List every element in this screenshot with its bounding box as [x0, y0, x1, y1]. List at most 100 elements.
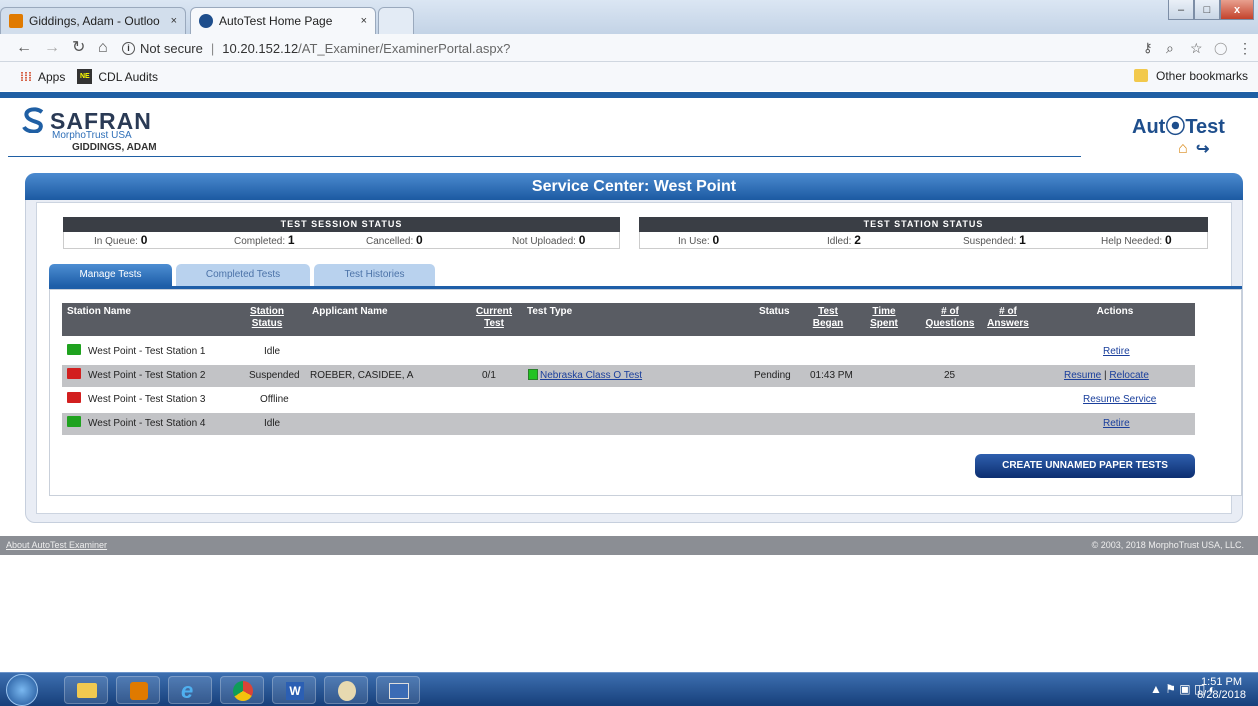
chrome-icon[interactable]: [220, 676, 264, 704]
outlook-tab-icon: [9, 14, 23, 28]
session-status-title: TEST SESSION STATUS: [63, 217, 620, 232]
browser-tab-autotest[interactable]: AutoTest Home Page ×: [190, 7, 376, 34]
word-icon[interactable]: W: [272, 676, 316, 704]
paint-icon[interactable]: [324, 676, 368, 704]
station-status-box: In Use: 0 Idled: 2 Suspended: 1 Help Nee…: [639, 232, 1208, 249]
logout-icon[interactable]: ↪: [1196, 139, 1209, 159]
relocate-link[interactable]: Relocate: [1109, 370, 1148, 381]
row-actions: Resume | Relocate: [1064, 370, 1149, 381]
col-applicant-name[interactable]: Applicant Name: [312, 306, 388, 318]
monitor-icon: [67, 416, 81, 427]
test-status: Pending: [754, 370, 791, 381]
close-tab-icon[interactable]: ×: [361, 15, 367, 27]
autotest-logo: Aut⦿Test: [1132, 116, 1225, 138]
applicant-name: ROEBER, CASIDEE, A: [310, 370, 414, 381]
close-window-button[interactable]: x: [1220, 0, 1254, 20]
tab-test-histories[interactable]: Test Histories: [314, 264, 435, 286]
table-row: West Point - Test Station 3 Offline Resu…: [62, 389, 1195, 411]
station-status: Suspended: [249, 370, 300, 381]
star-icon[interactable]: ☆: [1190, 39, 1203, 57]
internet-explorer-icon[interactable]: e: [168, 676, 212, 704]
back-icon[interactable]: ←: [16, 39, 32, 57]
col-answers[interactable]: # of Answers: [984, 306, 1032, 330]
test-began: 01:43 PM: [810, 370, 853, 381]
new-tab-button[interactable]: [378, 7, 414, 34]
tab-manage-tests[interactable]: Manage Tests: [49, 264, 172, 286]
bookmark-cdl-audits[interactable]: CDL Audits: [98, 70, 158, 84]
station-name: West Point - Test Station 4: [88, 418, 206, 429]
autotest-tab-icon: [199, 14, 213, 28]
stat-not-uploaded: Not Uploaded: 0: [512, 233, 586, 247]
browser-toolbar: ← → ↻ ⌂ i Not secure | 10.20.152.12 /AT_…: [0, 34, 1258, 62]
folder-icon: [1134, 69, 1148, 82]
home-icon[interactable]: ⌂: [1178, 140, 1188, 158]
file-explorer-icon[interactable]: [64, 676, 108, 704]
col-station-status[interactable]: Station Status: [246, 306, 288, 330]
key-icon[interactable]: ⚷: [1143, 39, 1153, 57]
station-name: West Point - Test Station 3: [88, 394, 206, 405]
station-status: Idle: [264, 346, 281, 357]
maximize-button[interactable]: □: [1194, 0, 1220, 20]
outlook-icon[interactable]: [116, 676, 160, 704]
question-count: 25: [944, 370, 956, 381]
monitor-icon: [67, 392, 81, 403]
col-time-spent[interactable]: Time Spent: [866, 306, 902, 330]
header-divider: [8, 156, 1081, 157]
extension-icon[interactable]: ◯: [1214, 39, 1227, 57]
menu-icon[interactable]: ⋮: [1238, 39, 1252, 57]
browser-tab-outlook[interactable]: Giddings, Adam - Outloo ×: [0, 7, 186, 34]
stat-idled: Idled: 2: [827, 233, 861, 247]
create-unnamed-paper-tests-button[interactable]: CREATE UNNAMED PAPER TESTS: [975, 454, 1195, 478]
header-accent-bar: [0, 92, 1258, 98]
forward-icon[interactable]: →: [44, 39, 60, 57]
system-clock[interactable]: 1:51 PM 8/28/2018: [1197, 676, 1246, 702]
col-actions: Actions: [1096, 306, 1134, 317]
ne-badge-icon: NE: [77, 69, 93, 84]
col-status[interactable]: Status: [759, 306, 790, 318]
session-status-box: In Queue: 0 Completed: 1 Cancelled: 0 No…: [63, 232, 620, 249]
monitor-icon: [67, 368, 81, 379]
brand-subtitle: MorphoTrust USA: [52, 130, 132, 141]
stat-suspended: Suspended: 1: [963, 233, 1026, 247]
page-footer: About AutoTest Examiner © 2003, 2018 Mor…: [0, 536, 1258, 555]
start-orb-icon[interactable]: [6, 674, 38, 706]
table-row: West Point - Test Station 2 Suspended RO…: [62, 365, 1195, 387]
app-icon[interactable]: [376, 676, 420, 704]
close-tab-icon[interactable]: ×: [171, 15, 177, 27]
browser-tab-label: Giddings, Adam - Outloo: [29, 14, 160, 28]
home-icon[interactable]: ⌂: [98, 39, 108, 57]
address-bar[interactable]: i Not secure | 10.20.152.12 /AT_Examiner…: [122, 37, 1122, 59]
station-status-title: TEST STATION STATUS: [639, 217, 1208, 232]
resume-service-link[interactable]: Resume Service: [1083, 394, 1156, 405]
about-link[interactable]: About AutoTest Examiner: [6, 540, 107, 550]
table-header: Station Name Station Status Applicant Nam…: [62, 303, 1195, 336]
table-row: West Point - Test Station 4 Idle Retire: [62, 413, 1195, 435]
url-path: /AT_Examiner/ExaminerPortal.aspx?: [298, 40, 511, 56]
other-bookmarks[interactable]: Other bookmarks: [1156, 69, 1248, 83]
retire-link[interactable]: Retire: [1103, 418, 1130, 429]
col-test-began[interactable]: Test Began: [810, 306, 846, 330]
stat-cancelled: Cancelled: 0: [366, 233, 423, 247]
windows-taskbar: e W ▲ ⚑ ▣ ◫ ◐ 1:51 PM 8/28/2018: [0, 672, 1258, 706]
station-name: West Point - Test Station 2: [88, 370, 206, 381]
minimize-button[interactable]: –: [1168, 0, 1194, 20]
col-questions[interactable]: # of Questions: [924, 306, 976, 330]
security-label: Not secure: [140, 40, 203, 56]
tab-completed-tests[interactable]: Completed Tests: [176, 264, 310, 286]
reload-icon[interactable]: ↻: [72, 39, 85, 57]
stat-in-queue: In Queue: 0: [94, 233, 148, 247]
col-current-test[interactable]: Current Test: [474, 306, 514, 330]
station-status: Offline: [260, 394, 289, 405]
zoom-icon[interactable]: ⌕: [1166, 39, 1174, 57]
user-name: GIDDINGS, ADAM: [72, 142, 157, 153]
test-type-link[interactable]: Nebraska Class O Test: [540, 370, 642, 381]
copyright: © 2003, 2018 MorphoTrust USA, LLC.: [1091, 540, 1244, 550]
col-station-name: Station Name: [67, 306, 131, 317]
table-row: West Point - Test Station 1 Idle Retire: [62, 341, 1195, 363]
info-icon[interactable]: i: [122, 41, 135, 55]
resume-link[interactable]: Resume: [1064, 370, 1101, 381]
retire-link[interactable]: Retire: [1103, 346, 1130, 357]
bookmark-apps[interactable]: Apps: [38, 70, 65, 84]
browser-tab-strip: Giddings, Adam - Outloo × AutoTest Home …: [0, 0, 1258, 34]
col-test-type[interactable]: Test Type: [527, 306, 572, 318]
